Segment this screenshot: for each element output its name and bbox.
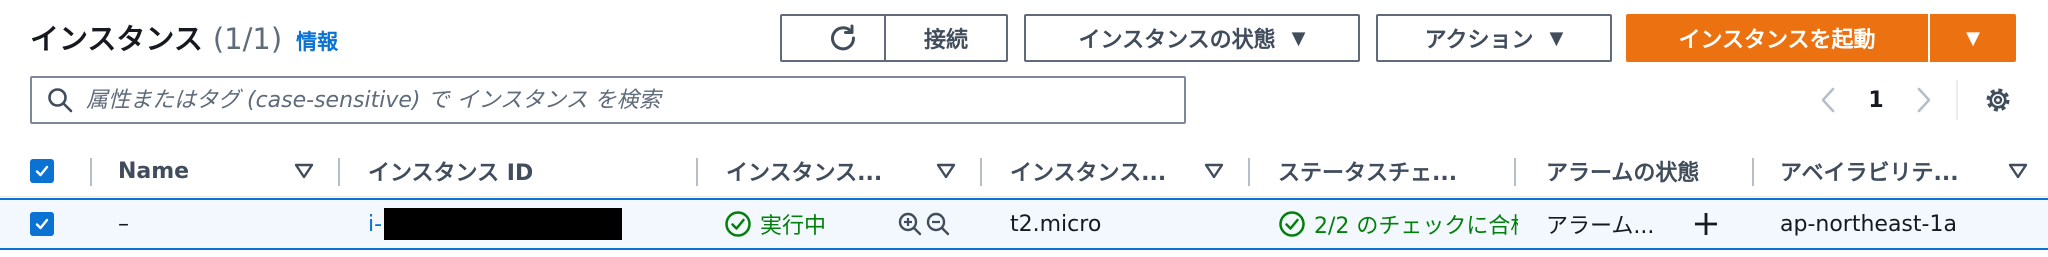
column-separator [1752,158,1754,186]
chevron-right-icon[interactable] [1906,82,1942,118]
instance-id-link[interactable]: i- [368,212,382,237]
table-header: Name インスタンス ID インスタンス... インスタンス... ステータス… [0,146,2048,197]
search-bar[interactable] [30,76,1186,124]
instance-state-text: 実行中 [760,214,827,239]
column-separator [696,158,698,186]
column-header-instance-id[interactable]: インスタンス ID [368,146,688,196]
cell-availability-zone: ap-northeast-1a [1780,211,1957,237]
cell-status-check: 2/2 のチェックに合格しました [1278,200,1518,248]
caret-down-icon: ▼ [1549,27,1564,49]
instances-header: インスタンス (1/1) 情報 接続 インスタンスの状態 ▼ アクション ▼ イ… [0,0,2048,146]
sort-icon[interactable] [2008,163,2028,179]
row-checkbox[interactable] [30,200,54,248]
status-check-text: 2/2 のチェックに合格しました [1314,214,1518,239]
cell-instance-type: t2.micro [1010,211,1102,237]
launch-instances-button[interactable]: インスタンスを起動 [1626,14,1928,62]
cell-instance-state: 実行中 [724,200,826,248]
actions-label: アクション [1424,28,1534,53]
refresh-icon [831,24,856,51]
gear-icon[interactable] [1980,82,2016,118]
zoom-in-icon[interactable] [896,200,924,248]
column-separator [1248,158,1250,186]
search-input[interactable] [84,86,1184,114]
column-separator [980,158,982,186]
divider [1956,80,1958,120]
cell-name: – [118,211,129,237]
connect-button[interactable]: 接続 [884,14,1008,62]
page-number[interactable]: 1 [1846,88,1906,113]
search-icon [48,88,73,113]
zoom-out-icon[interactable] [924,200,952,248]
column-header-availability-zone[interactable]: アベイラビリテ... [1780,146,1990,196]
add-alarm-icon[interactable] [1692,200,1720,248]
actions-dropdown[interactable]: アクション ▼ [1376,14,1612,62]
select-all-checkbox[interactable] [30,146,54,196]
instance-state-dropdown[interactable]: インスタンスの状態 ▼ [1024,14,1360,62]
status-ok-icon [1279,211,1305,237]
page-title-text: インスタンス [30,22,203,56]
instances-table: Name インスタンス ID インスタンス... インスタンス... ステータス… [0,146,2048,250]
cell-alarm-state: アラーム... [1546,214,1655,239]
caret-down-icon: ▼ [1291,27,1306,49]
column-header-alarm-state[interactable]: アラームの状態 [1546,146,1746,196]
column-header-instance-state[interactable]: インスタンス... [726,146,926,196]
sort-icon[interactable] [936,163,956,179]
column-separator [338,158,340,186]
status-ok-icon [725,211,751,237]
page-title: インスタンス (1/1) 情報 [30,16,338,58]
selection-count: (1/1) [212,22,283,56]
info-link[interactable]: 情報 [296,26,338,56]
column-separator [1514,158,1516,186]
sort-icon[interactable] [1204,163,1224,179]
pagination: 1 [1810,82,1942,118]
column-header-instance-type[interactable]: インスタンス... [1010,146,1196,196]
launch-dropdown-button[interactable]: ▼ [1930,14,2016,62]
column-header-status-check[interactable]: ステータスチェ... [1278,146,1518,196]
instance-state-label: インスタンスの状態 [1078,28,1276,53]
column-separator [90,158,92,186]
redacted-instance-id [384,208,623,240]
sort-icon[interactable] [294,163,314,179]
column-header-name[interactable]: Name [118,146,286,196]
caret-down-icon: ▼ [1966,27,1980,49]
chevron-left-icon[interactable] [1810,82,1846,118]
table-row[interactable]: – i- 実行中 t2.micro 2/2 のチェックに合 アラーム... ap… [0,198,2048,250]
cell-instance-id[interactable]: i- [368,200,623,248]
